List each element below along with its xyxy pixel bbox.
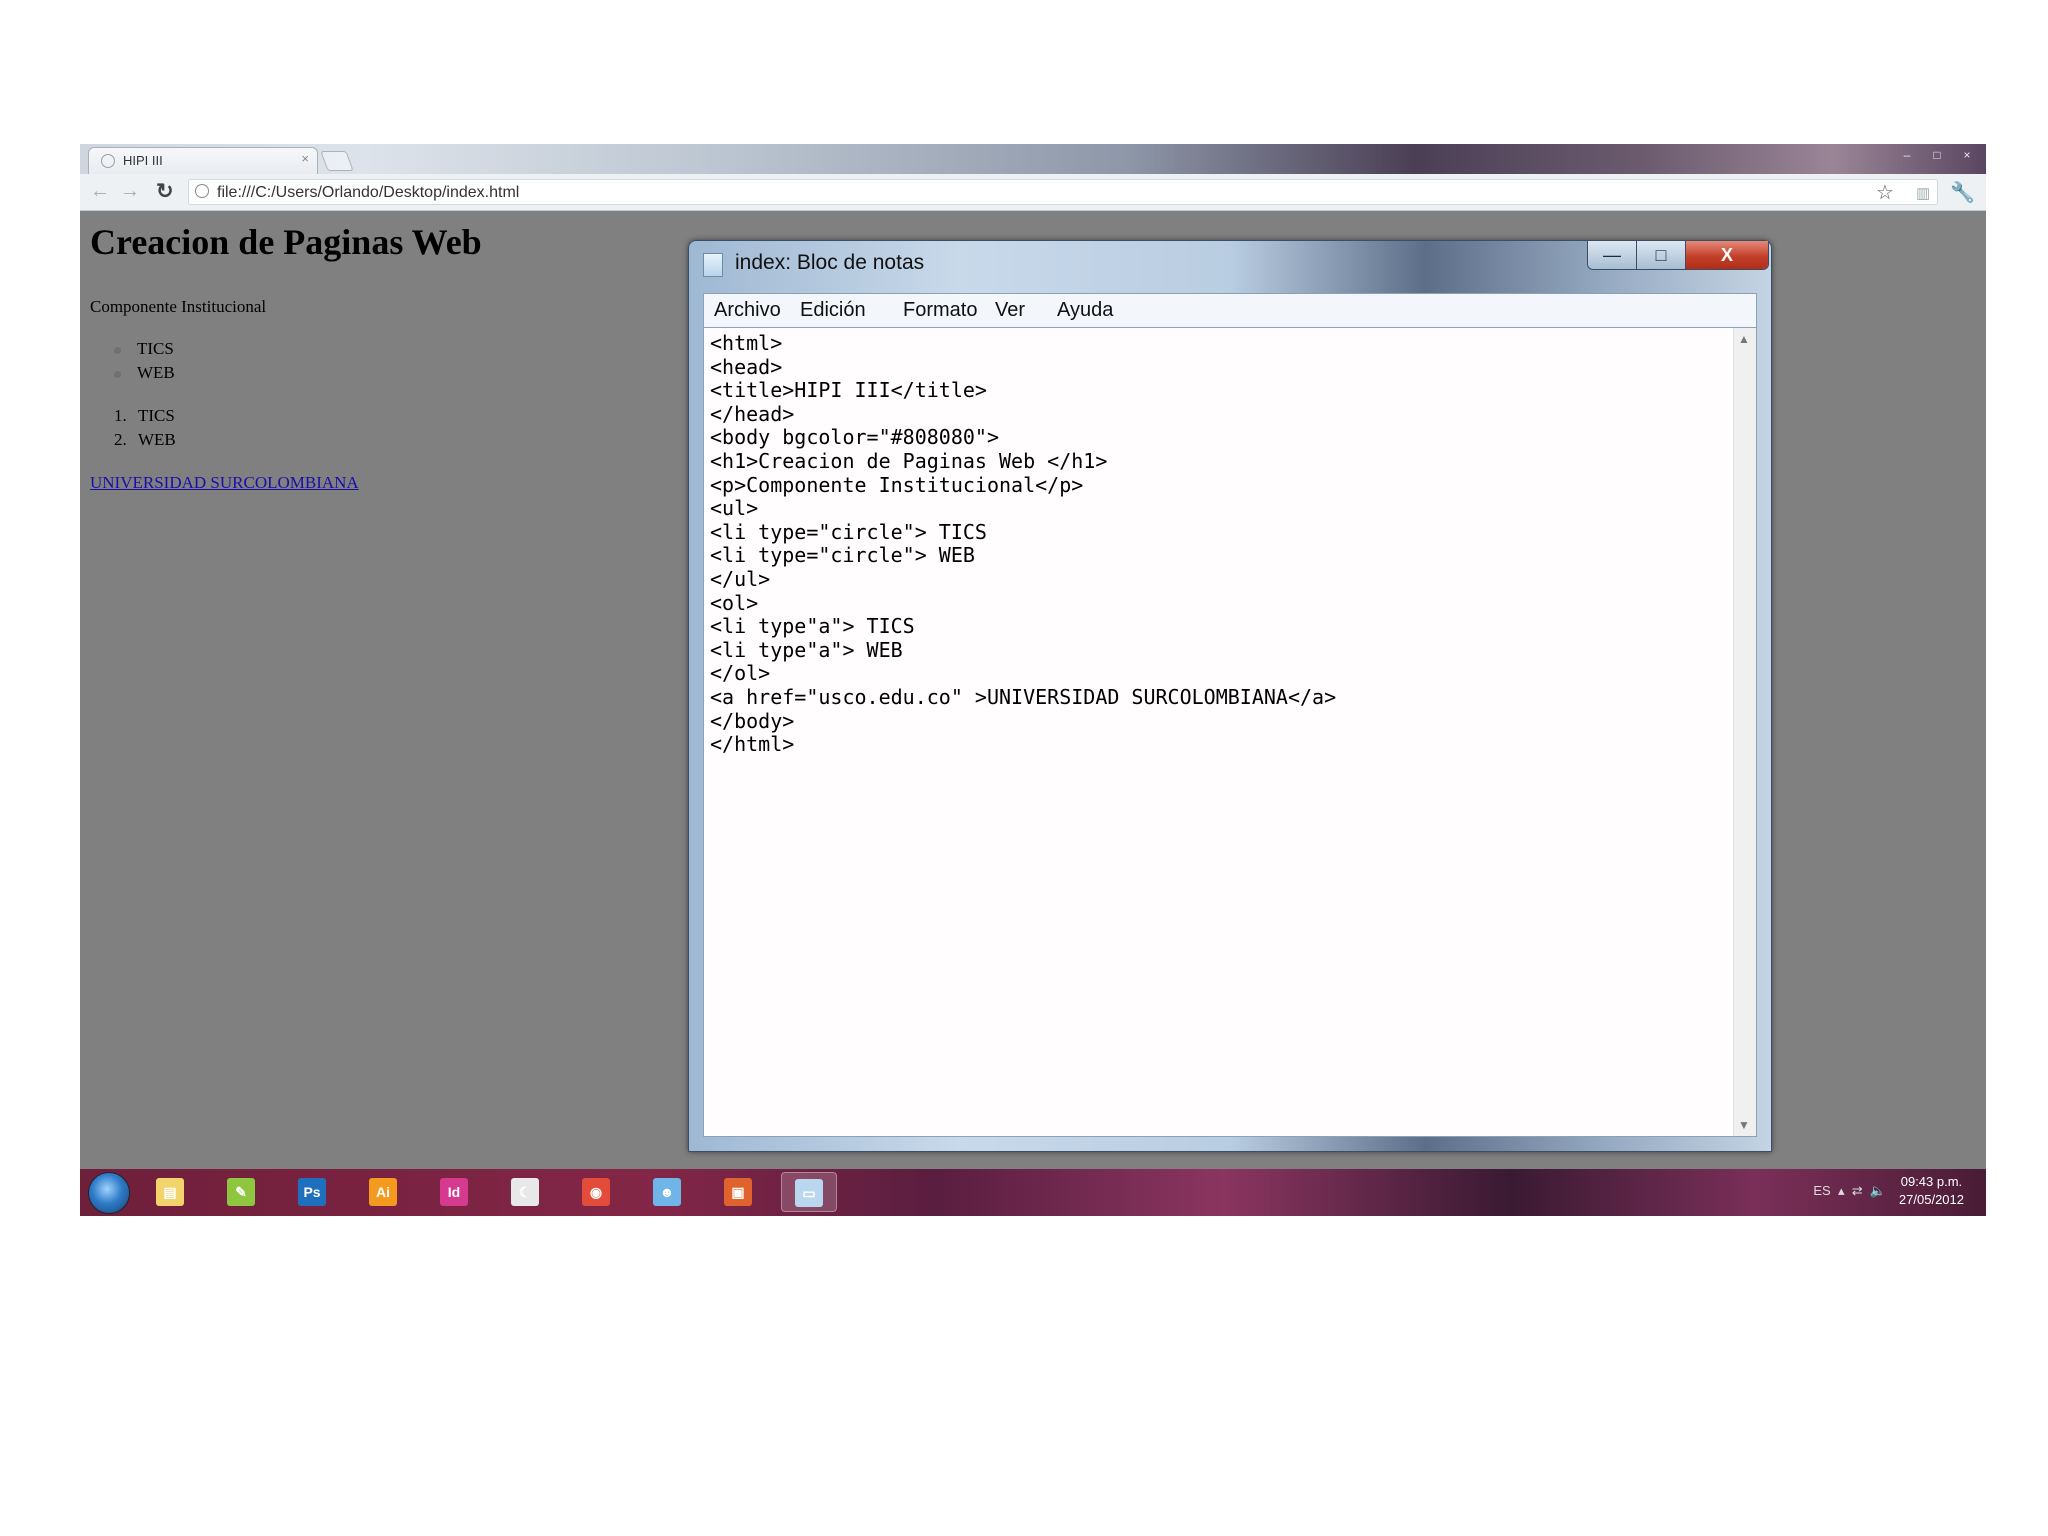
browser-minimize-button[interactable]: – (1894, 146, 1920, 164)
browser-window-controls: – □ × (1894, 146, 1980, 164)
forward-arrow-icon[interactable]: → (120, 180, 140, 203)
page-action-icon[interactable]: ▥ (1916, 184, 1930, 202)
list-item: WEB (114, 363, 175, 387)
taskbar-messenger-icon[interactable]: ☻ (639, 1172, 695, 1212)
taskbar-explorer-icon[interactable]: ▤ (142, 1172, 198, 1212)
notepad-title: index: Bloc de notas (735, 251, 925, 274)
taskbar-photoshop-icon[interactable]: Ps (284, 1172, 340, 1212)
browser-tab-strip: HIPI III × – □ × (80, 144, 1986, 174)
page-info-icon[interactable] (195, 184, 209, 198)
vertical-scrollbar[interactable]: ▲ ▼ (1733, 328, 1756, 1136)
notepad-window: index: Bloc de notas — □ X Archivo Edici… (688, 240, 1772, 1152)
system-clock[interactable]: 09:43 p.m. 27/05/2012 (1899, 1173, 1964, 1209)
browser-maximize-button[interactable]: □ (1924, 146, 1950, 164)
new-tab-button[interactable] (320, 151, 354, 171)
bookmark-star-icon[interactable]: ☆ (1876, 180, 1894, 205)
page-favicon-icon (101, 154, 115, 168)
taskbar: ▤ ✎ Ps Ai Id ☾ ◉ ☻ ▣ ▭ ES ▴ ⇄ 🔈 09:43 p.m. 27/05/… (80, 1169, 1986, 1216)
notepad-icon (703, 253, 723, 277)
wrench-menu-icon[interactable]: 🔧 (1950, 180, 1975, 205)
address-bar[interactable]: file:///C:/Users/Orlando/Desktop/index.h… (188, 179, 1938, 205)
notepad-minimize-button[interactable]: — (1588, 241, 1637, 269)
page-paragraph: Componente Institucional (90, 297, 267, 316)
tab-title: HIPI III (123, 153, 163, 168)
page-heading: Creacion de Paginas Web (90, 222, 482, 262)
browser-close-button[interactable]: × (1954, 146, 1980, 164)
taskbar-illustrator-icon[interactable]: Ai (355, 1172, 411, 1212)
tab-close-icon[interactable]: × (301, 151, 309, 166)
bullet-icon (114, 370, 121, 378)
scroll-down-icon[interactable]: ▼ (1738, 1118, 1750, 1132)
clock-time: 09:43 p.m. (1900, 1174, 1963, 1189)
screenshot: HIPI III × – □ × ← → ↻ file:///C:/Users/… (80, 144, 1986, 1216)
universidad-link[interactable]: UNIVERSIDAD SURCOLOMBIANA (90, 473, 359, 493)
unordered-list: TICS WEB (114, 339, 175, 387)
list-item: 1. TICS (114, 406, 175, 425)
menu-edicion[interactable]: Edición (800, 299, 866, 322)
clock-date: 27/05/2012 (1898, 1192, 1964, 1207)
language-indicator[interactable]: ES ▴ ⇄ 🔈 (1813, 1183, 1886, 1199)
reload-icon[interactable]: ↻ (156, 179, 174, 204)
notepad-menubar: Archivo Edición Formato Ver Ayuda (703, 293, 1757, 327)
notepad-text-area[interactable]: <html> <head> <title>HIPI III</title> </… (703, 327, 1757, 1137)
back-arrow-icon[interactable]: ← (90, 180, 110, 203)
list-item: TICS (114, 339, 175, 363)
menu-archivo[interactable]: Archivo (714, 299, 781, 322)
taskbar-moon-app-icon[interactable]: ☾ (497, 1172, 553, 1212)
ordered-list: 1. TICS 2. WEB (114, 406, 176, 454)
taskbar-evernote-icon[interactable]: ✎ (213, 1172, 269, 1212)
url-text: file:///C:/Users/Orlando/Desktop/index.h… (217, 184, 520, 201)
taskbar-indesign-icon[interactable]: Id (426, 1172, 482, 1212)
notepad-close-button[interactable]: X (1686, 241, 1768, 269)
notepad-maximize-button[interactable]: □ (1637, 241, 1686, 269)
list-item: 2. WEB (114, 430, 176, 449)
notepad-code-text[interactable]: <html> <head> <title>HIPI III</title> </… (710, 331, 1336, 757)
menu-ver[interactable]: Ver (995, 299, 1025, 322)
menu-ayuda[interactable]: Ayuda (1057, 299, 1113, 322)
start-button[interactable] (88, 1172, 130, 1214)
browser-toolbar: ← → ↻ file:///C:/Users/Orlando/Desktop/i… (80, 174, 1986, 211)
browser-tab[interactable]: HIPI III × (88, 147, 318, 174)
menu-formato[interactable]: Formato (903, 299, 977, 322)
taskbar-chrome-icon[interactable]: ◉ (568, 1172, 624, 1212)
bullet-icon (114, 346, 121, 354)
scroll-up-icon[interactable]: ▲ (1738, 332, 1750, 346)
taskbar-notepad-icon[interactable]: ▭ (781, 1172, 837, 1212)
taskbar-powerpoint-icon[interactable]: ▣ (710, 1172, 766, 1212)
notepad-window-controls: — □ X (1587, 241, 1769, 270)
